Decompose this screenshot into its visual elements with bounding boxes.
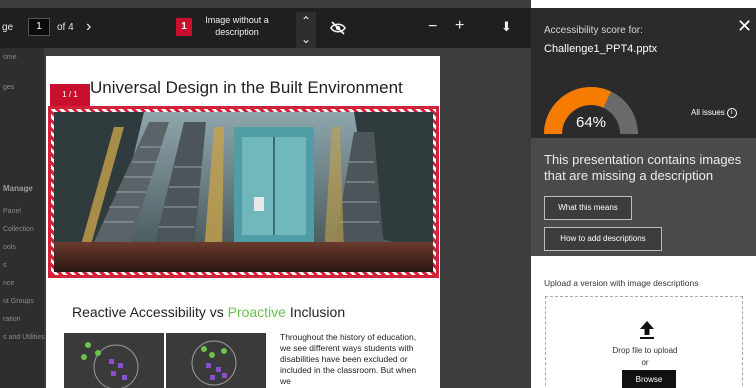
browse-button[interactable]: Browse xyxy=(622,370,676,388)
diagram-thumbnail xyxy=(166,333,266,388)
diagram-thumbnail xyxy=(64,333,164,388)
issue-message: This presentation contains images that a… xyxy=(544,152,742,183)
or-text: or xyxy=(641,358,649,367)
previous-issue-icon[interactable]: ⌃ xyxy=(301,14,311,28)
next-issue-icon[interactable]: ⌄ xyxy=(301,32,311,46)
nav-item: s xyxy=(3,262,7,269)
file-dropzone[interactable]: Drop file to upload or Browse xyxy=(545,296,743,388)
slide-title: Reactive Accessibility vs Proactive Incl… xyxy=(72,304,346,320)
background-side-nav: ome ges Manage Panel Collection ools s n… xyxy=(0,48,45,388)
nav-item: nt Groups xyxy=(3,298,34,305)
how-to-add-descriptions-button[interactable]: How to add descriptions xyxy=(544,227,662,251)
hide-eye-icon[interactable] xyxy=(330,21,346,35)
info-icon: i xyxy=(726,108,737,118)
score-gauge: 64% xyxy=(544,87,638,135)
issue-summary: This presentation contains images that a… xyxy=(531,138,756,256)
zoom-in-button[interactable]: + xyxy=(455,18,464,34)
issue-count-badge: 1 xyxy=(176,18,192,36)
page-number-input[interactable]: 1 xyxy=(28,18,50,36)
zoom-out-button[interactable]: − xyxy=(428,19,437,35)
nav-item: nce xyxy=(3,280,15,287)
upload-section: Upload a version with image descriptions… xyxy=(531,256,756,388)
document-viewer: ge 1 of 4 › 1 Image without a descriptio… xyxy=(0,0,531,388)
page-total: of 4 xyxy=(57,22,74,33)
issue-navigation: ⌃ ⌄ xyxy=(296,12,316,48)
what-this-means-button[interactable]: What this means xyxy=(544,196,632,220)
escalator-photo xyxy=(54,112,433,272)
slide-body-text: Throughout the history of education, we … xyxy=(280,332,417,386)
upload-label: Upload a version with image descriptions xyxy=(544,278,699,288)
issue-type-label: Image without a description xyxy=(205,15,269,37)
score-value: 64% xyxy=(576,114,606,131)
close-panel-button[interactable]: ✕ xyxy=(737,17,752,35)
page-label: ge xyxy=(2,22,14,33)
nav-item: Collection xyxy=(3,226,34,233)
upload-icon xyxy=(640,321,654,339)
download-icon[interactable]: ⬇ xyxy=(501,20,512,34)
nav-item: s and Utilities xyxy=(3,334,45,341)
all-issues-link[interactable]: All issues i xyxy=(691,108,737,118)
nav-heading: Manage xyxy=(3,184,33,193)
flagged-image-frame[interactable] xyxy=(48,106,439,278)
nav-item: ome xyxy=(3,54,17,61)
slide-title: Universal Design in the Built Environmen… xyxy=(90,78,403,97)
image-count-badge: 1 / 1 xyxy=(50,84,90,106)
score-label: Accessibility score for: xyxy=(544,25,643,36)
slide-1: Universal Design in the Built Environmen… xyxy=(46,56,440,288)
next-page-icon[interactable]: › xyxy=(86,19,91,35)
accessibility-panel: Accessibility score for: Challenge1_PPT4… xyxy=(531,8,756,388)
drop-file-text: Drop file to upload xyxy=(612,346,678,355)
nav-item: Panel xyxy=(3,208,21,215)
nav-item: ools xyxy=(3,244,16,251)
nav-item: ration xyxy=(3,316,21,323)
file-name: Challenge1_PPT4.pptx xyxy=(544,43,658,55)
slide-2: Reactive Accessibility vs Proactive Incl… xyxy=(46,285,440,388)
nav-item: ges xyxy=(3,84,15,91)
viewer-toolbar: ge 1 of 4 › 1 Image without a descriptio… xyxy=(0,8,531,48)
